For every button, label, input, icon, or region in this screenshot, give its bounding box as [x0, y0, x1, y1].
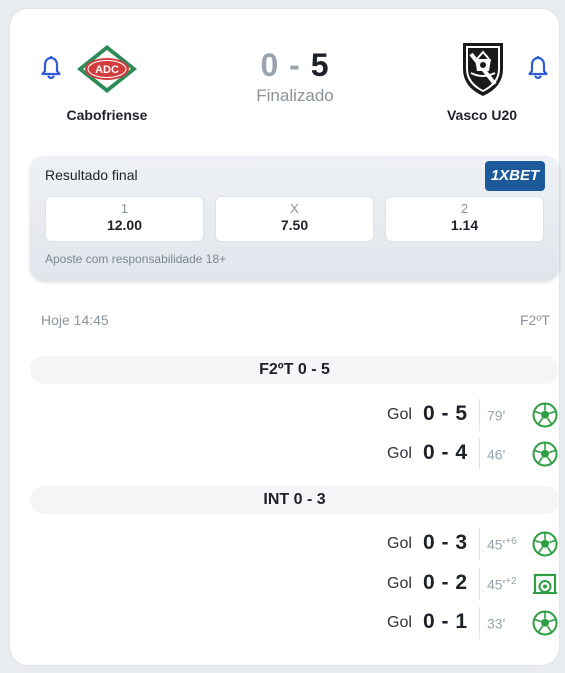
responsible-gambling-disclaimer: Aposte com responsabilidade 18+: [45, 252, 227, 266]
event-minute: 46': [487, 446, 506, 463]
soccer-ball-icon: [532, 402, 558, 428]
goal-event: Gol 0 - 1 33': [370, 607, 560, 639]
odd-draw-button[interactable]: X 7.50: [215, 196, 374, 242]
event-minute: 33': [487, 615, 506, 632]
event-score: 0 - 4: [423, 441, 468, 464]
current-period: F2ºT: [519, 312, 550, 328]
odd-value: 7.50: [280, 217, 309, 233]
event-minute: 45'+2: [487, 576, 517, 593]
divider: [479, 607, 480, 639]
home-logo-text: ADC: [95, 64, 119, 76]
odd-away-button[interactable]: 2 1.14: [385, 196, 544, 242]
soccer-ball-icon: [532, 531, 558, 557]
goal-event: Gol 0 - 3 45'+6: [370, 528, 560, 560]
away-team-logo[interactable]: [451, 39, 515, 99]
goal-event: Gol 0 - 2 45'+2: [370, 568, 560, 600]
odds-title: Resultado final: [45, 167, 138, 183]
event-score: 0 - 3: [423, 531, 468, 554]
event-type: Gol: [387, 575, 412, 592]
event-score: 0 - 1: [423, 610, 468, 633]
away-score: 5: [310, 47, 330, 83]
period-header-halftime: INT 0 - 3: [30, 486, 559, 514]
home-notification-bell-icon[interactable]: [40, 55, 62, 81]
odd-home-button[interactable]: 1 12.00: [45, 196, 204, 242]
event-type: Gol: [387, 445, 412, 462]
home-score: 0: [260, 47, 280, 83]
event-minute: 45'+6: [487, 536, 517, 553]
score-separator: -: [289, 47, 301, 83]
divider: [479, 528, 480, 560]
goal-event: Gol 0 - 5 79': [370, 399, 560, 431]
event-type: Gol: [387, 535, 412, 552]
event-score: 0 - 2: [423, 571, 468, 594]
odd-label: 2: [460, 201, 469, 216]
soccer-ball-icon: [532, 610, 558, 636]
period-header-second-half: F2ºT 0 - 5: [30, 356, 559, 384]
match-score: 0 - 5: [210, 47, 380, 84]
soccer-ball-icon: [532, 441, 558, 467]
event-score: 0 - 5: [423, 402, 468, 425]
event-minute: 79': [487, 407, 506, 424]
away-notification-bell-icon[interactable]: [527, 55, 549, 81]
penalty-icon: [533, 573, 557, 594]
kickoff-time: Hoje 14:45: [41, 312, 109, 328]
away-team-name[interactable]: Vasco U20: [422, 107, 542, 123]
home-team-logo[interactable]: ADC: [75, 39, 139, 99]
divider: [479, 438, 480, 470]
home-team-name[interactable]: Cabofriense: [47, 107, 167, 123]
divider: [479, 568, 480, 600]
odd-value: 12.00: [106, 217, 143, 233]
match-card: ADC Cabofriense 0 - 5 Finalizado Vasco U…: [10, 9, 559, 665]
goal-event: Gol 0 - 4 46': [370, 438, 560, 470]
match-status: Finalizado: [256, 86, 334, 105]
odds-panel: Resultado final 1XBET 1 12.00 X 7.50 2 1…: [30, 156, 559, 281]
event-type: Gol: [387, 614, 412, 631]
odd-label: 1: [120, 201, 129, 216]
odd-label: X: [290, 201, 299, 216]
divider: [479, 399, 480, 431]
bookmaker-logo[interactable]: 1XBET: [485, 161, 545, 191]
event-type: Gol: [387, 406, 412, 423]
odd-value: 1.14: [450, 217, 479, 233]
